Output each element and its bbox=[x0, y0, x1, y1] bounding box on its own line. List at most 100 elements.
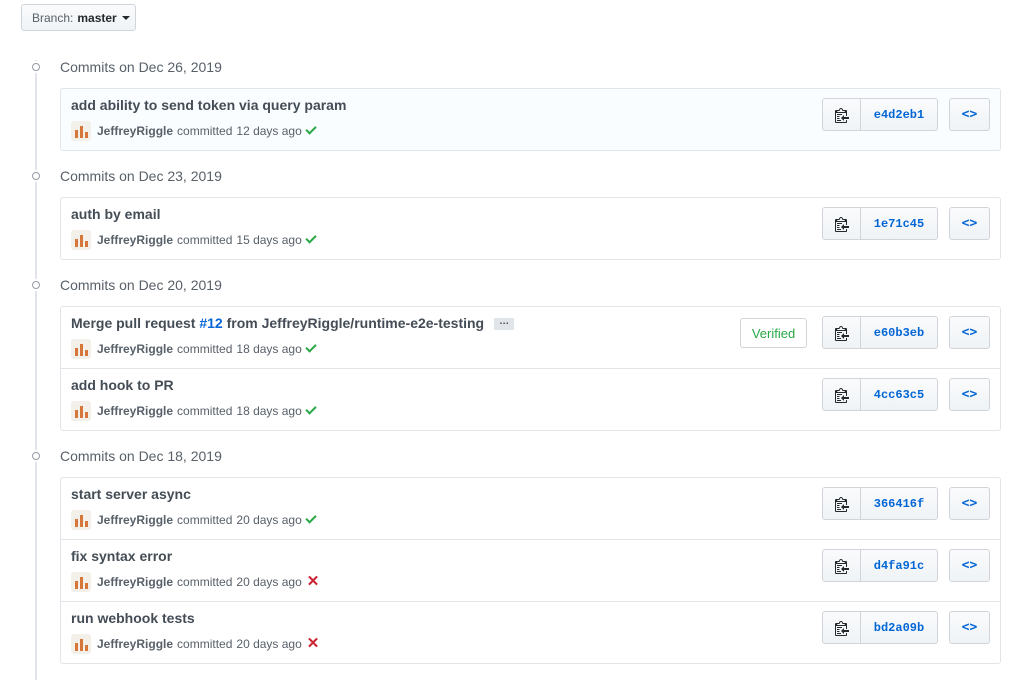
commit-time: 18 days ago bbox=[236, 342, 302, 356]
commit-node-icon bbox=[28, 61, 44, 73]
copy-sha-button[interactable] bbox=[822, 611, 861, 644]
branch-value: master bbox=[77, 10, 117, 25]
commit-sha-link[interactable]: bd2a09b bbox=[861, 611, 938, 644]
commit-sha-link[interactable]: 1e71c45 bbox=[861, 207, 938, 240]
commit-node-icon bbox=[28, 279, 44, 291]
commit-meta: JeffreyRiggle committed 18 days ago bbox=[71, 339, 317, 359]
commit-row: add hook to PR JeffreyRiggle committed 1… bbox=[61, 368, 1000, 430]
clipboard-icon bbox=[834, 620, 849, 636]
clipboard-icon bbox=[834, 387, 849, 403]
code-icon: <> bbox=[961, 620, 978, 635]
commit-message: Merge pull request #12 from JeffreyRiggl… bbox=[71, 315, 515, 331]
author-link[interactable]: JeffreyRiggle bbox=[97, 637, 173, 651]
clipboard-icon bbox=[834, 496, 849, 512]
group-title: Commits on Dec 18, 2019 bbox=[60, 448, 222, 464]
commit-list: add ability to send token via query para… bbox=[60, 88, 1001, 151]
browse-repo-button[interactable]: <> bbox=[949, 487, 990, 520]
copy-sha-button[interactable] bbox=[822, 378, 861, 411]
commit-sha-link[interactable]: 4cc63c5 bbox=[861, 378, 938, 411]
commit-action: committed bbox=[177, 575, 233, 589]
verified-badge[interactable]: Verified bbox=[740, 318, 807, 348]
author-link[interactable]: JeffreyRiggle bbox=[97, 124, 173, 138]
avatar[interactable] bbox=[71, 634, 91, 654]
copy-sha-button[interactable] bbox=[822, 98, 861, 131]
avatar[interactable] bbox=[71, 401, 91, 421]
avatar[interactable] bbox=[71, 572, 91, 592]
browse-repo-button[interactable]: <> bbox=[949, 611, 990, 644]
check-icon[interactable] bbox=[305, 403, 317, 415]
commit-message-link[interactable]: Merge pull request bbox=[71, 315, 199, 331]
commit-action: committed bbox=[177, 124, 233, 138]
commit-meta: JeffreyRiggle committed 12 days ago bbox=[71, 121, 317, 141]
commit-row: run webhook tests JeffreyRiggle committe… bbox=[61, 601, 1000, 663]
commit-row: start server async JeffreyRiggle committ… bbox=[61, 478, 1000, 539]
commit-time: 18 days ago bbox=[236, 404, 302, 418]
browse-repo-button[interactable]: <> bbox=[949, 378, 990, 411]
group-title: Commits on Dec 23, 2019 bbox=[60, 168, 222, 184]
commit-time: 20 days ago bbox=[236, 575, 302, 589]
commit-sha-link[interactable]: 366416f bbox=[861, 487, 938, 520]
group-title: Commits on Dec 26, 2019 bbox=[60, 59, 222, 75]
commit-meta: JeffreyRiggle committed 20 days ago ✕ bbox=[71, 634, 319, 654]
commit-sha-link[interactable]: e4d2eb1 bbox=[861, 98, 938, 131]
commit-meta: JeffreyRiggle committed 18 days ago bbox=[71, 401, 317, 421]
author-link[interactable]: JeffreyRiggle bbox=[97, 342, 173, 356]
copy-sha-button[interactable] bbox=[822, 207, 861, 240]
x-icon[interactable]: ✕ bbox=[307, 636, 320, 651]
commit-list: auth by email JeffreyRiggle committed 15… bbox=[60, 197, 1001, 260]
code-icon: <> bbox=[961, 387, 978, 402]
commit-row: add ability to send token via query para… bbox=[61, 89, 1000, 150]
author-link[interactable]: JeffreyRiggle bbox=[97, 575, 173, 589]
author-link[interactable]: JeffreyRiggle bbox=[97, 233, 173, 247]
commit-message-link[interactable]: start server async bbox=[71, 486, 191, 502]
author-link[interactable]: JeffreyRiggle bbox=[97, 513, 173, 527]
commit-sha-link[interactable]: d4fa91c bbox=[861, 549, 938, 582]
commit-message-link[interactable]: add ability to send token via query para… bbox=[71, 97, 346, 113]
commit-node-icon bbox=[28, 450, 44, 462]
commit-message-link[interactable]: auth by email bbox=[71, 206, 160, 222]
branch-select-button[interactable]: Branch: master bbox=[21, 4, 136, 31]
check-icon[interactable] bbox=[305, 341, 317, 353]
commit-list: Merge pull request #12 from JeffreyRiggl… bbox=[60, 306, 1001, 431]
browse-repo-button[interactable]: <> bbox=[949, 207, 990, 240]
clipboard-icon bbox=[834, 558, 849, 574]
author-link[interactable]: JeffreyRiggle bbox=[97, 404, 173, 418]
commit-list: start server async JeffreyRiggle committ… bbox=[60, 477, 1001, 664]
check-icon[interactable] bbox=[305, 123, 317, 135]
commit-time: 20 days ago bbox=[236, 513, 302, 527]
browse-repo-button[interactable]: <> bbox=[949, 316, 990, 349]
commit-message-link[interactable]: from JeffreyRiggle/runtime-e2e-testing bbox=[223, 315, 485, 331]
commit-meta: JeffreyRiggle committed 15 days ago bbox=[71, 230, 317, 250]
commit-action: committed bbox=[177, 637, 233, 651]
pull-request-link[interactable]: #12 bbox=[199, 315, 222, 331]
code-icon: <> bbox=[961, 496, 978, 511]
browse-repo-button[interactable]: <> bbox=[949, 98, 990, 131]
copy-sha-button[interactable] bbox=[822, 316, 861, 349]
clipboard-icon bbox=[834, 107, 849, 123]
commit-sha-link[interactable]: e60b3eb bbox=[861, 316, 938, 349]
commit-row: auth by email JeffreyRiggle committed 15… bbox=[61, 198, 1000, 259]
avatar[interactable] bbox=[71, 121, 91, 141]
check-icon[interactable] bbox=[305, 232, 317, 244]
avatar[interactable] bbox=[71, 230, 91, 250]
commit-time: 20 days ago bbox=[236, 637, 302, 651]
check-icon[interactable] bbox=[305, 512, 317, 524]
expand-message-button[interactable]: … bbox=[494, 317, 515, 331]
commit-row: fix syntax error JeffreyRiggle committed… bbox=[61, 539, 1000, 601]
avatar[interactable] bbox=[71, 339, 91, 359]
code-icon: <> bbox=[961, 216, 978, 231]
avatar[interactable] bbox=[71, 510, 91, 530]
browse-repo-button[interactable]: <> bbox=[949, 549, 990, 582]
clipboard-icon bbox=[834, 325, 849, 341]
code-icon: <> bbox=[961, 325, 978, 340]
commit-message-link[interactable]: add hook to PR bbox=[71, 377, 174, 393]
commit-time: 12 days ago bbox=[236, 124, 302, 138]
commit-message-link[interactable]: fix syntax error bbox=[71, 548, 172, 564]
copy-sha-button[interactable] bbox=[822, 487, 861, 520]
commit-message-link[interactable]: run webhook tests bbox=[71, 610, 195, 626]
copy-sha-button[interactable] bbox=[822, 549, 861, 582]
commit-action: committed bbox=[177, 233, 233, 247]
x-icon[interactable]: ✕ bbox=[307, 574, 320, 589]
clipboard-icon bbox=[834, 216, 849, 232]
commit-meta: JeffreyRiggle committed 20 days ago bbox=[71, 510, 317, 530]
